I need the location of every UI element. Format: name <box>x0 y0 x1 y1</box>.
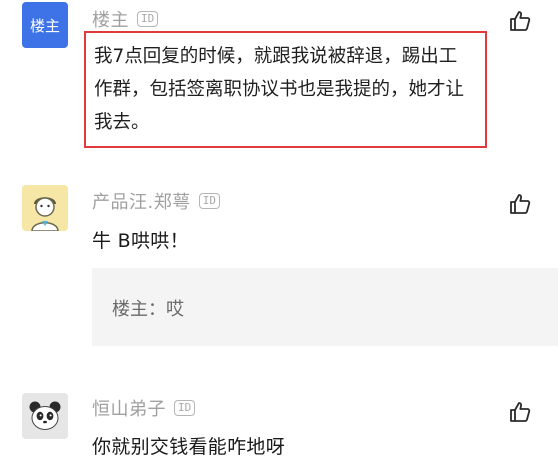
name-row: 楼主 ID <box>92 6 159 32</box>
reply: 楼主：哎 <box>112 295 184 321</box>
id-badge: ID <box>174 400 196 416</box>
avatar-label: 楼主 <box>29 16 60 35</box>
comment-text: 牛 B哄哄！ <box>92 230 189 252</box>
reply-separator: ： <box>148 299 166 320</box>
avatar-user[interactable] <box>22 393 68 439</box>
avatar-louzhu[interactable]: 楼主 <box>22 2 68 48</box>
id-badge: ID <box>137 11 159 27</box>
reply-box[interactable]: 楼主：哎 <box>92 268 558 346</box>
panda-avatar-icon <box>22 393 68 439</box>
user-avatar-icon <box>22 185 68 231</box>
thumbs-up-icon[interactable] <box>508 400 532 424</box>
reply-text: 哎 <box>166 299 184 320</box>
name-row: 产品汪.郑萼 ID <box>92 188 220 214</box>
comment-text: 我7点回复的时候，就跟我说被辞退，踢出工作群，包括签离职协议书也是我提的，她才让… <box>94 46 465 133</box>
username[interactable]: 楼主 <box>92 6 129 32</box>
name-row: 恒山弟子 ID <box>92 395 196 421</box>
username[interactable]: 产品汪.郑萼 <box>92 188 191 214</box>
comment-text: 你就别交钱看能咋地呀 <box>92 436 286 458</box>
id-badge: ID <box>198 193 220 209</box>
comment-1: 楼主 楼主 ID 我7点回复的时候，就跟我说被辞退，踢出工作群，包括签离职协议书… <box>0 0 558 160</box>
username[interactable]: 恒山弟子 <box>92 395 166 421</box>
thumbs-up-icon[interactable] <box>508 9 532 33</box>
reply-author[interactable]: 楼主 <box>112 299 148 320</box>
avatar-user[interactable] <box>22 185 68 231</box>
thumbs-up-icon[interactable] <box>508 192 532 216</box>
